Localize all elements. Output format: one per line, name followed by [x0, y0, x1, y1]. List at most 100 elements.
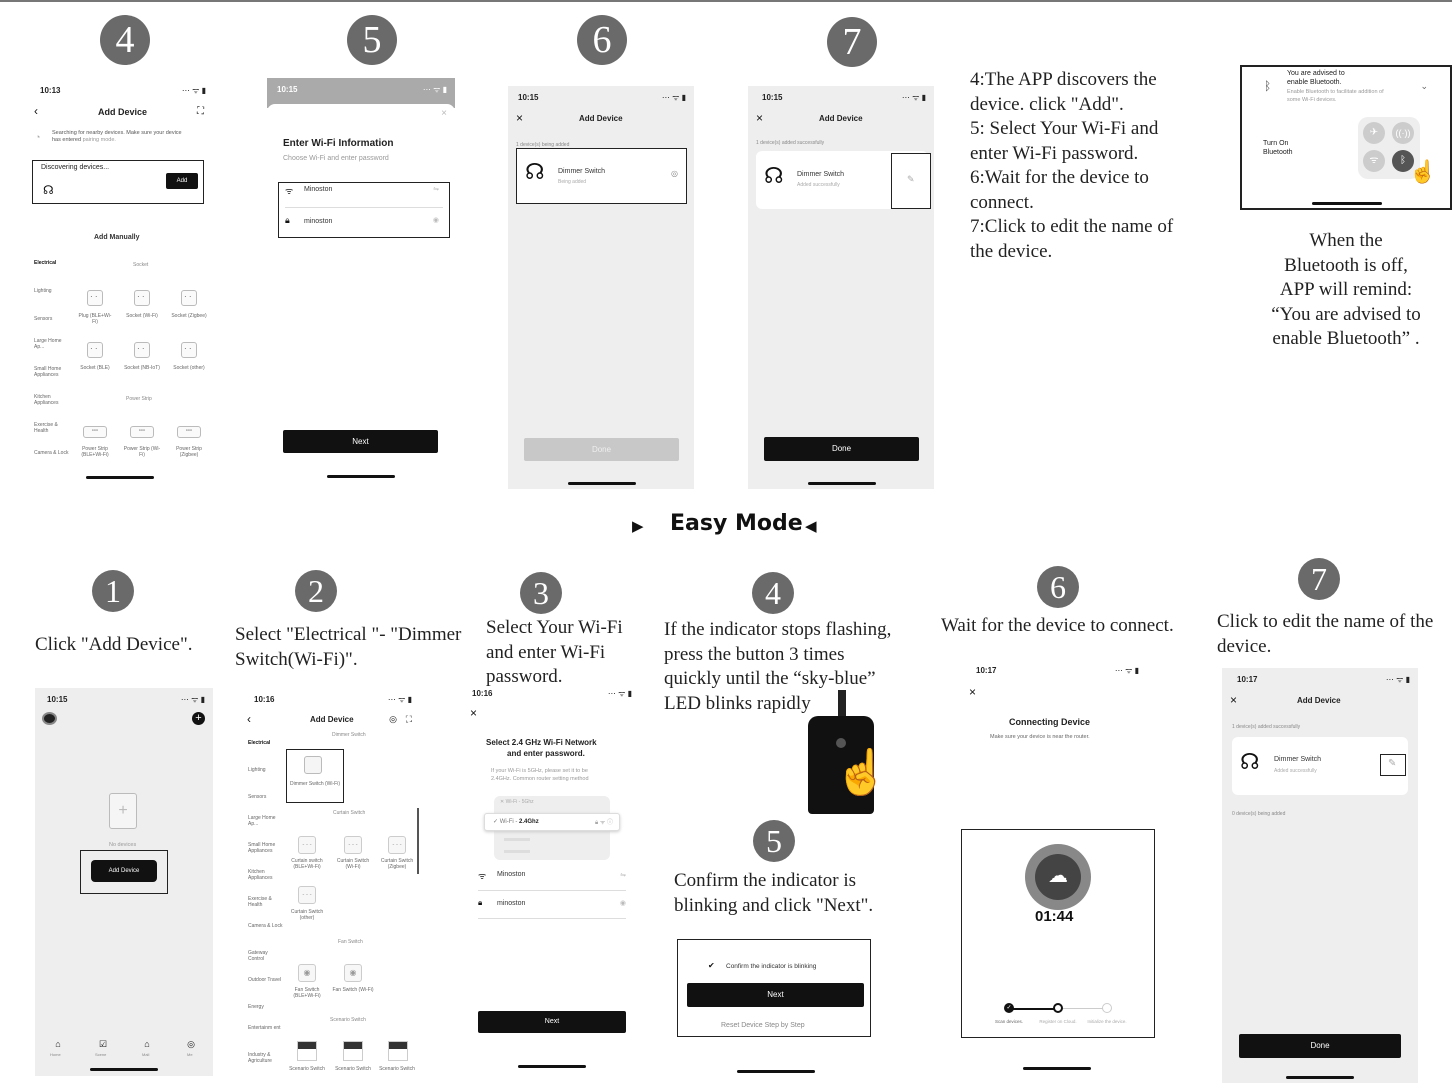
scrollbar[interactable]	[417, 808, 419, 874]
me-tab-icon[interactable]: ◎	[184, 1039, 198, 1050]
curtain-switch-icon[interactable]: - - -	[388, 836, 406, 854]
checkbox-checked-icon[interactable]: ✔	[708, 961, 715, 970]
edit-icon: ✎	[907, 174, 915, 184]
done-button[interactable]: Done	[764, 437, 919, 461]
mall-tab-icon[interactable]: ⌂	[140, 1039, 154, 1049]
close-icon[interactable]: ×	[470, 706, 477, 720]
wifi-5g-option: ✕ Wi-Fi - 5Ghz	[500, 799, 534, 805]
eye-icon[interactable]: ◉	[433, 216, 439, 224]
close-icon[interactable]: ×	[1230, 693, 1237, 707]
done-button[interactable]: Done	[524, 438, 679, 461]
category-item[interactable]: Lighting	[248, 767, 284, 794]
cellular-icon[interactable]: ((·))	[1392, 122, 1414, 144]
password-field[interactable]: minoston	[304, 218, 332, 225]
add-device-button[interactable]: Add Device	[91, 860, 157, 882]
scan-icon[interactable]: ⛶	[406, 714, 412, 725]
device-card[interactable]: ☊ Dimmer Switch Being added ◎	[516, 148, 687, 204]
play-right-icon: ▶	[632, 518, 644, 535]
dimmer-switch-option[interactable]: Dimmer Switch (Wi-Fi)	[286, 749, 344, 803]
wifi-icon[interactable]: ᯤ	[1363, 150, 1385, 172]
category-item[interactable]: Kitchen Appliances	[248, 869, 284, 896]
eye-icon[interactable]: ◉	[620, 899, 626, 907]
category-item[interactable]: Sensors	[34, 316, 70, 338]
device-label: Socket (Wi-Fi)	[126, 313, 158, 319]
progress-line-done	[1009, 1008, 1059, 1010]
curtain-switch-icon[interactable]: - - -	[298, 836, 316, 854]
fan-switch-icon[interactable]: ◉	[298, 964, 316, 982]
category-item[interactable]: Large Home Ap...	[34, 338, 70, 366]
category-item[interactable]: Small Home Appliances	[34, 366, 70, 394]
wifi-24-option[interactable]: ✓ Wi-Fi - 2.4Ghz 🔒︎ ᯤ ⓘ	[484, 813, 620, 831]
close-icon[interactable]: ×	[756, 111, 763, 125]
tab-scene[interactable]: Scene	[95, 1052, 106, 1057]
scenario-switch-icon[interactable]	[343, 1041, 363, 1061]
password-field[interactable]: minoston	[497, 900, 525, 907]
avatar[interactable]	[42, 712, 57, 725]
target-icon[interactable]: ◎	[389, 714, 397, 725]
tab-home[interactable]: Home	[50, 1052, 61, 1057]
socket-icon[interactable]	[181, 342, 197, 358]
fan-switch-icon[interactable]: ◉	[344, 964, 362, 982]
bt-note-line: When the	[1309, 230, 1383, 251]
curtain-switch-icon[interactable]: - - -	[344, 836, 362, 854]
ssid-field[interactable]: Minoston	[497, 871, 525, 878]
back-icon[interactable]: ‹	[247, 712, 251, 726]
next-button[interactable]: Next	[478, 1011, 626, 1033]
caption-step-7: Click to edit the name of the device.	[1217, 611, 1434, 657]
dimmer-switch-icon	[304, 756, 322, 774]
scenario-switch-icon[interactable]	[297, 1041, 317, 1061]
category-item[interactable]: Camera & Lock	[248, 923, 284, 950]
edit-name-button[interactable]: ✎	[1380, 754, 1406, 776]
category-item[interactable]: Industry & Agriculture	[248, 1052, 284, 1076]
ssid-field[interactable]: Minoston	[304, 186, 332, 193]
close-icon[interactable]: ×	[516, 111, 523, 125]
home-tab-icon[interactable]: ⌂	[51, 1039, 65, 1049]
reset-link[interactable]: Reset Device Step by Step	[721, 1022, 805, 1029]
category-item[interactable]: Exercise & Health	[34, 422, 70, 450]
category-item[interactable]: Exercise & Health	[248, 896, 284, 923]
scene-tab-icon[interactable]: ☑	[96, 1039, 110, 1050]
tab-me[interactable]: Me	[187, 1052, 193, 1057]
category-item[interactable]: Gateway Control	[248, 950, 284, 977]
socket-icon[interactable]	[134, 290, 150, 306]
mode-title: Easy Mode	[670, 511, 803, 536]
done-button[interactable]: Done	[1239, 1034, 1401, 1058]
category-item[interactable]: Lighting	[34, 288, 70, 316]
socket-icon[interactable]	[87, 290, 103, 306]
close-icon[interactable]: ×	[969, 685, 976, 699]
curtain-switch-icon[interactable]: - - -	[298, 886, 316, 904]
back-icon[interactable]: ‹	[34, 104, 38, 118]
category-item[interactable]: Sensors	[248, 794, 284, 815]
airplane-icon[interactable]: ✈	[1363, 122, 1385, 144]
category-item[interactable]: Kitchen Appliances	[34, 394, 70, 422]
switch-network-icon[interactable]: ⇋	[433, 185, 439, 193]
category-item[interactable]: Outdoor Travel	[248, 977, 284, 1004]
category-item[interactable]: Small Home Appliances	[248, 842, 284, 869]
add-button[interactable]: Add	[166, 173, 198, 189]
scenario-switch-icon[interactable]	[388, 1041, 408, 1061]
edit-name-button[interactable]: ✎	[891, 153, 931, 209]
power-strip-icon[interactable]: ▫▫▫	[83, 426, 107, 438]
category-item[interactable]: Electrical	[34, 260, 70, 288]
progress-step-label: Initialize the device.	[1087, 1019, 1127, 1024]
scan-icon[interactable]: ⛶	[197, 106, 204, 117]
power-strip-icon[interactable]: ▫▫▫	[130, 426, 154, 438]
tab-mall[interactable]: Mall	[142, 1052, 149, 1057]
power-strip-icon[interactable]: ▫▫▫	[177, 426, 201, 438]
category-list: Electrical Lighting Sensors Large Home A…	[248, 740, 284, 1076]
socket-icon[interactable]	[181, 290, 197, 306]
category-item[interactable]: Entertainm ent	[248, 1025, 284, 1052]
category-item[interactable]: Large Home Ap...	[248, 815, 284, 842]
socket-icon[interactable]	[134, 342, 150, 358]
switch-network-icon[interactable]: ⇋	[620, 871, 626, 879]
next-button[interactable]: Next	[283, 430, 438, 453]
divider	[478, 918, 626, 919]
next-button[interactable]: Next	[687, 983, 864, 1007]
chevron-down-icon[interactable]: ⌄	[1420, 81, 1428, 92]
category-item[interactable]: Electrical	[248, 740, 284, 767]
add-icon[interactable]: +	[192, 712, 205, 725]
category-item[interactable]: Energy	[248, 1004, 284, 1025]
category-item[interactable]: Camera & Lock	[34, 450, 70, 478]
close-icon[interactable]: ×	[441, 108, 447, 119]
socket-icon[interactable]	[87, 342, 103, 358]
